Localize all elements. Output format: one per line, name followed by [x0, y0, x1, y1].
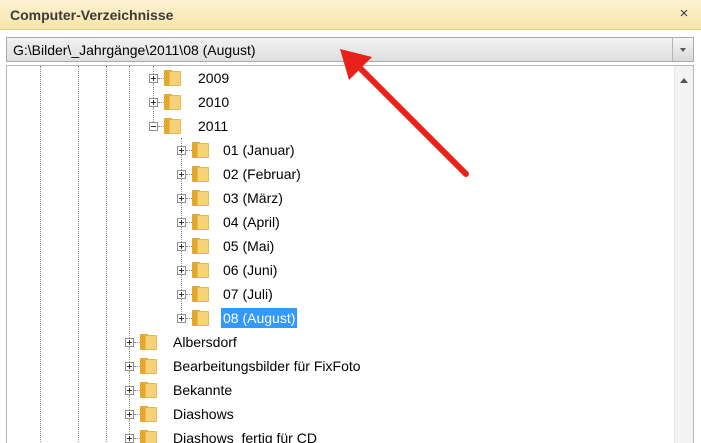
minus-icon[interactable] — [149, 122, 158, 131]
year-folder-item[interactable]: 2010 — [196, 92, 231, 112]
plus-icon[interactable] — [125, 410, 134, 419]
plus-icon[interactable] — [177, 218, 186, 227]
plus-icon[interactable] — [177, 266, 186, 275]
month-folder-item[interactable]: 07 (Juli) — [221, 284, 275, 304]
plus-icon[interactable] — [149, 74, 158, 83]
month-folder-item[interactable]: 06 (Juni) — [221, 260, 279, 280]
close-icon[interactable]: × — [675, 4, 693, 24]
folder-icon — [192, 214, 210, 230]
folder-icon — [140, 334, 158, 350]
month-folder-item[interactable]: 05 (Mai) — [221, 236, 276, 256]
plus-icon[interactable] — [177, 146, 186, 155]
plus-icon[interactable] — [125, 434, 134, 443]
folder-icon — [140, 430, 158, 443]
folder-icon — [192, 166, 210, 182]
folder-icon — [140, 358, 158, 374]
folder-icon — [164, 118, 182, 134]
path-combobox[interactable]: G:\Bilder\_Jahrgänge\2011\08 (August) — [6, 37, 694, 62]
folder-icon — [192, 262, 210, 278]
folder-item[interactable]: Bekannte — [171, 380, 234, 400]
folder-icon — [140, 406, 158, 422]
plus-icon[interactable] — [177, 242, 186, 251]
folder-icon — [192, 142, 210, 158]
panel-titlebar: Computer-Verzeichnisse × — [0, 0, 701, 30]
plus-icon[interactable] — [177, 314, 186, 323]
tree-guide-line — [78, 66, 79, 443]
folder-icon — [140, 382, 158, 398]
folder-icon — [164, 94, 182, 110]
month-folder-item[interactable]: 08 (August) — [221, 308, 298, 328]
year-folder-item[interactable]: 2009 — [196, 68, 231, 88]
scroll-up-arrow-icon[interactable] — [680, 78, 688, 83]
folder-tree[interactable]: 2009 2010 2011 01 (Januar) 02 (Februar) 03 (M… — [6, 65, 694, 443]
plus-icon[interactable] — [177, 290, 186, 299]
folder-icon — [164, 70, 182, 86]
plus-icon[interactable] — [125, 386, 134, 395]
plus-icon[interactable] — [125, 362, 134, 371]
plus-icon[interactable] — [125, 338, 134, 347]
month-folder-item[interactable]: 04 (April) — [221, 212, 282, 232]
vertical-scrollbar[interactable] — [674, 66, 693, 443]
tree-guide-line — [40, 66, 41, 443]
month-folder-item[interactable]: 01 (Januar) — [221, 140, 297, 160]
folder-icon — [192, 190, 210, 206]
year-folder-item[interactable]: 2011 — [196, 116, 230, 136]
plus-icon[interactable] — [177, 170, 186, 179]
chevron-down-icon[interactable] — [672, 38, 693, 61]
folder-icon — [192, 238, 210, 254]
folder-item[interactable]: Diashows_fertig für CD — [171, 428, 319, 443]
folder-item[interactable]: Albersdorf — [171, 332, 239, 352]
folder-item[interactable]: Diashows — [171, 404, 236, 424]
folder-item[interactable]: Bearbeitungsbilder für FixFoto — [171, 356, 363, 376]
month-folder-item[interactable]: 02 (Februar) — [221, 164, 303, 184]
folder-icon — [192, 310, 210, 326]
path-text: G:\Bilder\_Jahrgänge\2011\08 (August) — [13, 42, 256, 58]
plus-icon[interactable] — [177, 194, 186, 203]
plus-icon[interactable] — [149, 98, 158, 107]
tree-guide-line — [106, 66, 107, 443]
month-folder-item[interactable]: 03 (März) — [221, 188, 285, 208]
folder-icon — [192, 286, 210, 302]
computer-directories-panel: Computer-Verzeichnisse × G:\Bilder\_Jahr… — [0, 0, 701, 443]
panel-title: Computer-Verzeichnisse — [10, 7, 174, 23]
